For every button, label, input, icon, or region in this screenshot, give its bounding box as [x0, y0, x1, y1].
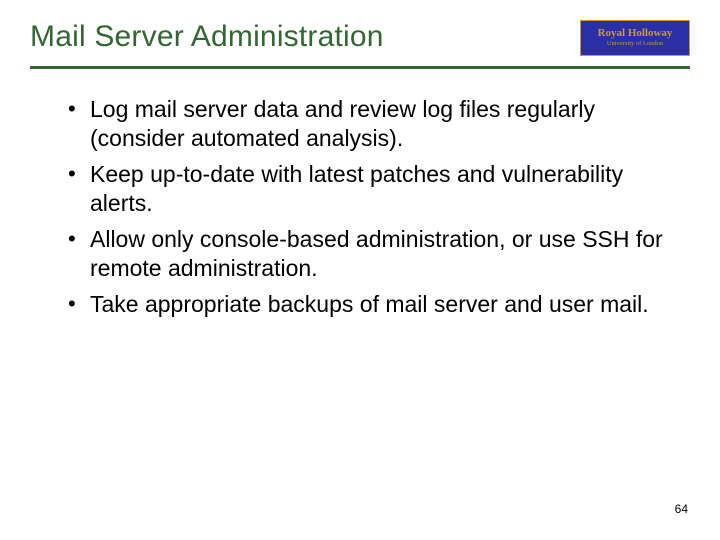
divider [30, 66, 690, 69]
page-number: 64 [675, 502, 688, 516]
logo-line2: University of London [607, 41, 663, 48]
slide: Mail Server Administration Royal Hollowa… [0, 0, 720, 540]
institution-logo: Royal Holloway University of London [580, 20, 690, 56]
list-item: Take appropriate backups of mail server … [68, 290, 690, 319]
list-item: Log mail server data and review log file… [68, 95, 690, 154]
list-item: Allow only console-based administration,… [68, 225, 690, 284]
list-item: Keep up-to-date with latest patches and … [68, 160, 690, 219]
bullet-list: Log mail server data and review log file… [30, 95, 690, 319]
logo-line1: Royal Holloway [598, 28, 673, 39]
page-title: Mail Server Administration [30, 20, 384, 54]
title-row: Mail Server Administration Royal Hollowa… [30, 20, 690, 56]
